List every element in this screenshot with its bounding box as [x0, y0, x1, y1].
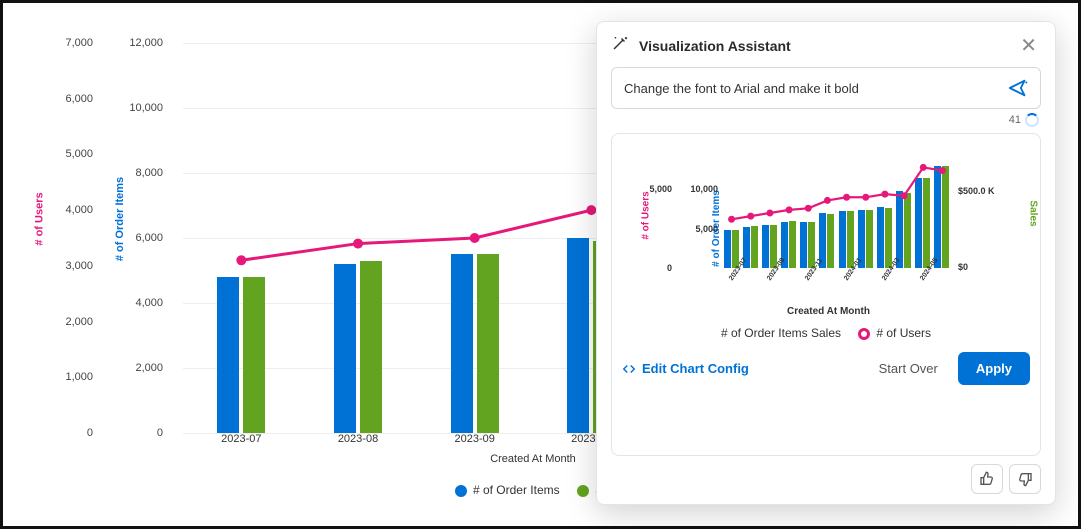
- left-axis-users-label: # of Users: [34, 192, 46, 245]
- magic-wand-icon: [611, 34, 629, 57]
- left1-tick: 3,000: [53, 260, 93, 272]
- legend-dot-blue: [455, 485, 467, 497]
- left2-tick: 10,000: [123, 102, 163, 114]
- legend-label-sales: Sales: [811, 326, 841, 340]
- start-over-button[interactable]: Start Over: [867, 353, 950, 384]
- mini-right-tick: $500.0 K: [958, 186, 995, 196]
- visualization-assistant-panel: Visualization Assistant ✕ 41 # of Users#…: [596, 21, 1056, 505]
- mini-plot-area: [722, 158, 952, 268]
- close-icon[interactable]: ✕: [1016, 36, 1041, 56]
- left2-tick: 6,000: [123, 232, 163, 244]
- mini-left1-tick: 0: [644, 263, 672, 273]
- left1-tick: 2,000: [53, 316, 93, 328]
- bar-order-items: [217, 277, 239, 433]
- edit-chart-config-label: Edit Chart Config: [642, 361, 749, 376]
- legend-ring-pink: [858, 328, 870, 340]
- mini-x-title: Created At Month: [787, 306, 870, 317]
- left1-tick: 0: [53, 427, 93, 439]
- mini-left1-tick: 5,000: [644, 184, 672, 194]
- thumbs-down-button[interactable]: [1009, 464, 1041, 494]
- prompt-input[interactable]: [622, 80, 1000, 97]
- left2-tick: 2,000: [123, 362, 163, 374]
- panel-title: Visualization Assistant: [639, 38, 1006, 54]
- preview-card: # of Users# of Order ItemsSales05,0005,0…: [611, 133, 1041, 456]
- left1-tick: 5,000: [53, 148, 93, 160]
- mini-right-tick: $0: [958, 262, 968, 272]
- bar-order-items: [451, 254, 473, 433]
- legend-dot-green: [577, 485, 589, 497]
- edit-chart-config-link[interactable]: Edit Chart Config: [622, 361, 749, 376]
- bar-sales: [477, 254, 499, 433]
- left1-tick: 4,000: [53, 204, 93, 216]
- left2-tick: 12,000: [123, 37, 163, 49]
- bar-order-items: [567, 238, 589, 433]
- mini-sales-label: Sales: [1028, 200, 1039, 226]
- thumbs-up-button[interactable]: [971, 464, 1003, 494]
- apply-button[interactable]: Apply: [958, 352, 1030, 385]
- left1-tick: 7,000: [53, 37, 93, 49]
- x-tick: 2023-09: [454, 433, 494, 445]
- mini-left2-tick: 10,000: [690, 184, 718, 194]
- mini-users-label: # of Users: [641, 191, 652, 239]
- x-tick: 2023-07: [221, 433, 261, 445]
- x-tick: 2023-08: [338, 433, 378, 445]
- legend-label-orders: # of Order Items: [721, 326, 808, 340]
- spinner-icon: [1025, 113, 1039, 127]
- send-icon[interactable]: [1008, 78, 1030, 98]
- counter-text: 41: [1009, 114, 1021, 126]
- bar-sales: [243, 277, 265, 433]
- preview-legend: # of Order Items Sales # of Users: [622, 326, 1030, 340]
- preview-chart: # of Users# of Order ItemsSales05,0005,0…: [622, 148, 1030, 318]
- bar-order-items: [334, 264, 356, 433]
- bar-sales: [360, 261, 382, 433]
- legend-label-users: # of Users: [876, 326, 931, 340]
- left-axis-orders-label: # of Order Items: [114, 177, 126, 261]
- mini-left2-tick: 5,000: [690, 224, 718, 234]
- left1-tick: 6,000: [53, 93, 93, 105]
- left2-tick: 8,000: [123, 167, 163, 179]
- left2-tick: 0: [123, 427, 163, 439]
- prompt-input-container: [611, 67, 1041, 109]
- left1-tick: 1,000: [53, 371, 93, 383]
- left2-tick: 4,000: [123, 297, 163, 309]
- legend-label-orders: # of Order Items: [473, 483, 560, 497]
